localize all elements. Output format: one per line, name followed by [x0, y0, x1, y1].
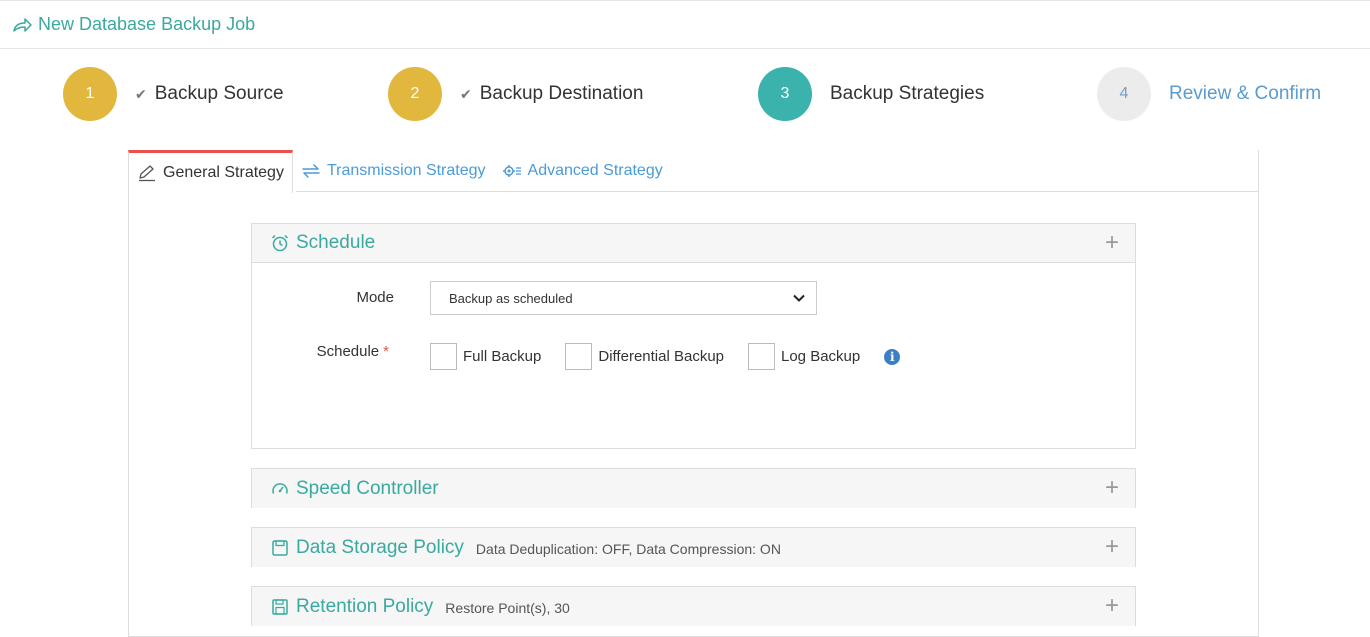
- step-label-backup-strategies: Backup Strategies: [830, 83, 985, 104]
- retention-policy-summary: Restore Point(s), 30: [445, 600, 570, 616]
- retention-policy-section: Retention Policy Restore Point(s), 30 +: [251, 586, 1136, 626]
- data-storage-policy-title: Data Storage Policy: [296, 536, 464, 558]
- step-label-backup-destination: Backup Destination: [479, 83, 644, 104]
- differential-backup-checkbox[interactable]: [565, 343, 593, 370]
- schedule-section: Schedule + Mode Backup as scheduled Sche…: [251, 223, 1136, 449]
- retention-policy-header[interactable]: Retention Policy Restore Point(s), 30 +: [252, 587, 1135, 626]
- speedometer-icon: [272, 482, 288, 494]
- mode-select-value: Backup as scheduled: [449, 290, 573, 306]
- log-backup-label: Log Backup: [781, 348, 861, 365]
- step-review-confirm[interactable]: 4 Review & Confirm: [1097, 66, 1321, 122]
- schedule-label: Schedule *: [316, 343, 389, 360]
- log-backup-checkbox[interactable]: [748, 343, 775, 370]
- differential-backup-label: Differential Backup: [598, 348, 724, 365]
- mode-label: Mode: [356, 289, 394, 306]
- full-backup-checkbox[interactable]: [430, 343, 457, 370]
- chevron-down-icon: [793, 294, 805, 302]
- pencil-icon: [139, 165, 155, 182]
- info-icon[interactable]: i: [884, 348, 901, 365]
- step-label-backup-source: Backup Source: [154, 83, 284, 104]
- share-arrow-icon: [13, 17, 32, 32]
- schedule-options: Full Backup Differential Backup Log Back…: [430, 343, 901, 370]
- tab-general-strategy[interactable]: General Strategy: [128, 150, 293, 193]
- step-number-3: 3: [758, 67, 812, 121]
- step-number-1: 1: [63, 67, 117, 121]
- schedule-section-header[interactable]: Schedule +: [252, 224, 1135, 263]
- expand-plus-icon[interactable]: +: [1105, 594, 1119, 618]
- step-backup-destination[interactable]: 2 ✔ Backup Destination: [388, 66, 643, 122]
- speed-controller-section: Speed Controller +: [251, 468, 1136, 508]
- step-label-review-confirm: Review & Confirm: [1169, 83, 1322, 104]
- gear-list-icon: [502, 165, 521, 177]
- page-title-text: New Database Backup Job: [38, 14, 256, 34]
- check-icon: ✔: [460, 85, 472, 102]
- alarm-clock-icon: [271, 234, 289, 252]
- tab-label: Advanced Strategy: [527, 162, 663, 179]
- wizard-steps: 1 ✔ Backup Source 2 ✔ Backup Destination…: [0, 66, 1370, 122]
- save-disk-icon: [272, 598, 288, 615]
- mode-select[interactable]: Backup as scheduled: [430, 281, 817, 315]
- tab-advanced-strategy[interactable]: Advanced Strategy: [494, 150, 671, 192]
- tab-transmission-strategy[interactable]: Transmission Strategy: [293, 150, 494, 192]
- tab-label: Transmission Strategy: [326, 162, 486, 179]
- retention-policy-title: Retention Policy: [296, 595, 434, 617]
- speed-controller-title: Speed Controller: [296, 477, 439, 499]
- data-storage-policy-summary: Data Deduplication: OFF, Data Compressio…: [475, 541, 781, 557]
- tab-label: General Strategy: [163, 164, 284, 181]
- page-title: New Database Backup Job: [12, 14, 255, 35]
- step-backup-source[interactable]: 1 ✔ Backup Source: [63, 66, 284, 122]
- page-header: New Database Backup Job: [0, 0, 1370, 49]
- arrows-exchange-icon: [302, 164, 320, 178]
- check-icon: ✔: [135, 85, 147, 102]
- step-number-2: 2: [388, 67, 442, 121]
- step-backup-strategies[interactable]: 3 Backup Strategies: [758, 66, 984, 122]
- speed-controller-header[interactable]: Speed Controller +: [252, 469, 1135, 508]
- schedule-title: Schedule: [296, 232, 376, 253]
- data-storage-policy-header[interactable]: Data Storage Policy Data Deduplication: …: [252, 528, 1135, 567]
- expand-plus-icon[interactable]: +: [1105, 535, 1119, 559]
- floppy-disk-icon: [272, 539, 288, 556]
- step-number-4: 4: [1097, 67, 1151, 121]
- expand-plus-icon[interactable]: +: [1105, 476, 1119, 500]
- data-storage-policy-section: Data Storage Policy Data Deduplication: …: [251, 527, 1136, 567]
- strategy-tabs: General Strategy Transmission Strategy A…: [128, 150, 671, 193]
- expand-plus-icon[interactable]: +: [1105, 231, 1119, 255]
- full-backup-label: Full Backup: [463, 348, 542, 365]
- mode-row: Mode: [252, 289, 394, 306]
- schedule-row: Schedule *: [252, 343, 389, 360]
- required-mark: *: [383, 343, 389, 360]
